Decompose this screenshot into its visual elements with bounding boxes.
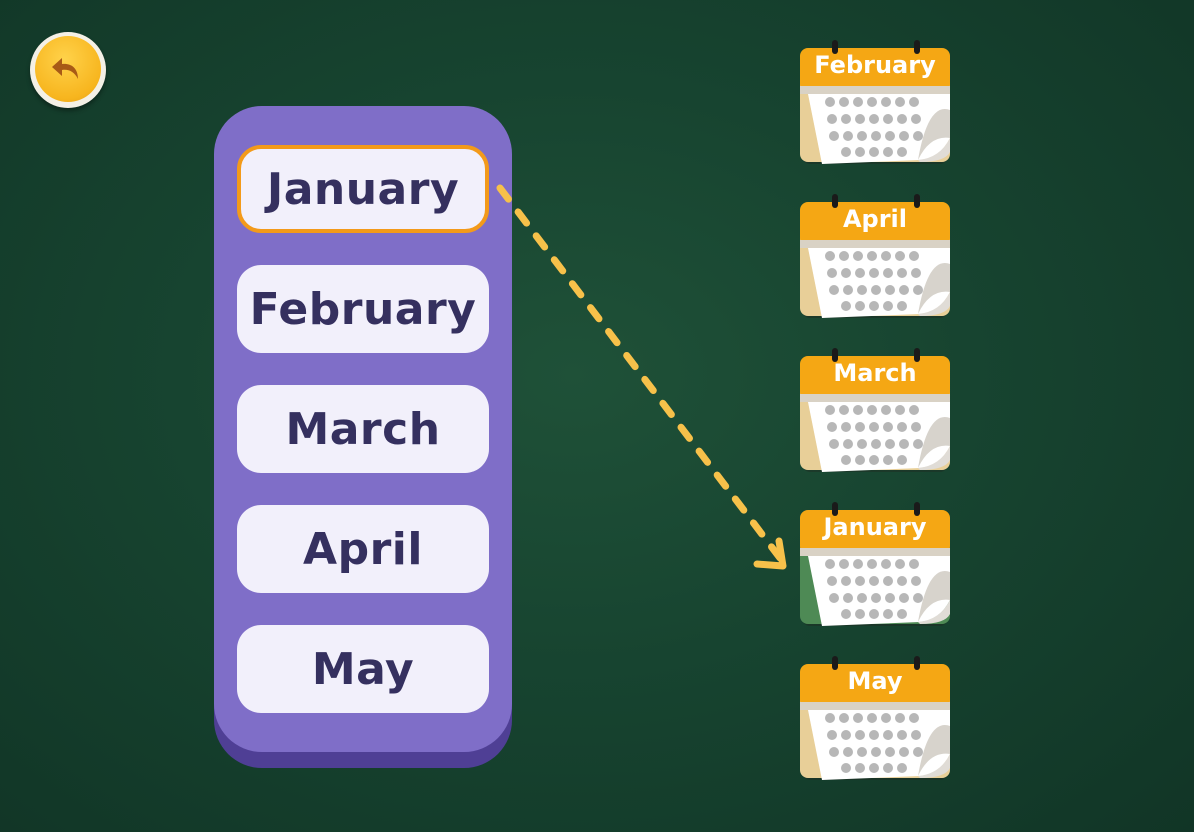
calendar-label: January bbox=[823, 513, 927, 541]
match-connector-arrow bbox=[496, 184, 787, 570]
calendar-target-january[interactable]: January bbox=[800, 502, 950, 626]
calendar-target-may[interactable]: May bbox=[800, 656, 950, 780]
calendar-target-february[interactable]: February bbox=[800, 40, 950, 164]
calendar-label: February bbox=[814, 51, 936, 79]
calendar-label: May bbox=[847, 667, 903, 695]
calendar-label: April bbox=[842, 205, 908, 233]
calendar-target-april[interactable]: April bbox=[800, 194, 950, 318]
calendar-target-march[interactable]: March bbox=[800, 348, 950, 472]
calendar-label: March bbox=[833, 359, 917, 387]
